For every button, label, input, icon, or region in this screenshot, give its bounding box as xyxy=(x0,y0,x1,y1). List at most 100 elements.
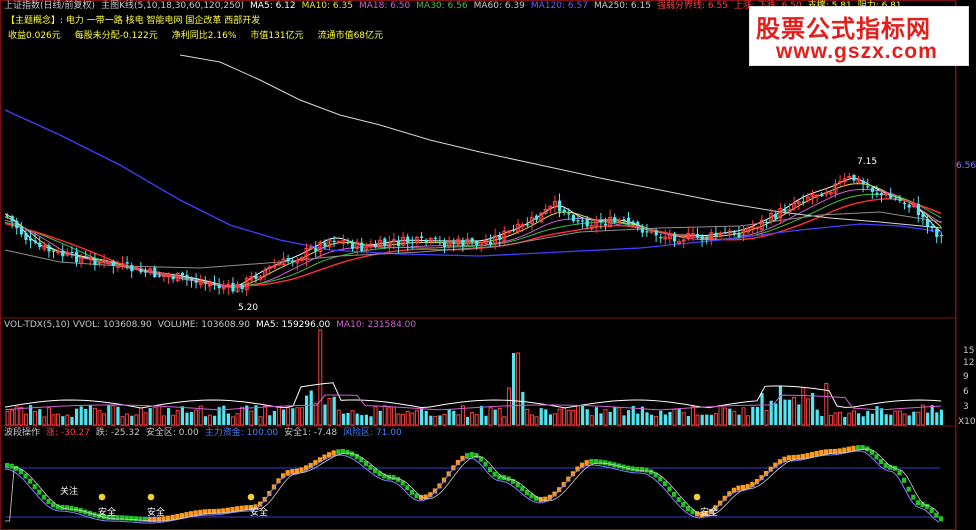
volume-bar xyxy=(861,416,865,425)
volume-bar xyxy=(627,410,631,425)
candle-body xyxy=(866,186,870,188)
volume-bar xyxy=(690,405,695,426)
oscillator-step xyxy=(465,453,470,459)
volume-axis-label: 6 xyxy=(963,387,969,397)
candle-body xyxy=(659,236,663,239)
candle-body xyxy=(801,201,805,203)
current-price-tag: 6.56 xyxy=(956,161,976,171)
oscillator-step xyxy=(46,498,51,504)
oscillator-step xyxy=(120,515,125,521)
volume-bar xyxy=(622,415,626,425)
candle-body xyxy=(75,251,79,263)
volume-bar xyxy=(672,408,677,426)
volume-bar xyxy=(650,414,654,425)
oscillator-step xyxy=(685,506,690,512)
candle-body xyxy=(33,240,37,243)
volume-bar xyxy=(557,408,562,426)
candle-body xyxy=(622,219,626,221)
volume-bar xyxy=(401,413,406,426)
volume-bar xyxy=(391,406,396,426)
candle-body xyxy=(732,232,736,235)
volume-bar xyxy=(190,411,194,425)
stock-chart-canvas[interactable] xyxy=(0,0,976,530)
volume-bar xyxy=(97,410,102,426)
oscillator-step xyxy=(639,466,644,472)
candle-body xyxy=(875,192,879,195)
volume-bar xyxy=(539,408,543,425)
volume-bar xyxy=(213,415,217,425)
oscillator-step xyxy=(736,485,741,491)
candle-body xyxy=(926,218,930,228)
volume-bar xyxy=(414,409,419,426)
volume-bar xyxy=(470,412,475,426)
oscillator-step xyxy=(230,506,235,512)
candle-body xyxy=(903,202,907,205)
candle-body xyxy=(38,242,42,247)
volume-bar xyxy=(309,390,313,425)
signal-dot xyxy=(693,493,701,501)
volume-bar xyxy=(125,413,130,426)
oscillator-step xyxy=(819,450,824,456)
volume-indicator-header: VOL-TDX(5,10) VVOL: 103608.90 VOLUME: 103… xyxy=(4,320,422,331)
oscillator-step xyxy=(14,465,19,471)
volume-bar xyxy=(286,407,291,426)
volume-bar xyxy=(783,399,787,425)
signal-dot xyxy=(98,493,106,501)
price-indicator-9: 强弱分界线: 6.55 xyxy=(656,1,728,11)
volume-bar xyxy=(456,414,461,426)
volume-bar xyxy=(65,414,70,426)
volume-bar xyxy=(566,409,571,426)
price-indicator-7: MA120: 6.57 xyxy=(530,1,588,11)
volume-bar xyxy=(686,416,690,425)
candle-body xyxy=(185,274,189,279)
volume-bar xyxy=(203,416,207,425)
volume-bar xyxy=(792,397,797,426)
oscillator-signal-label: 安全 xyxy=(250,508,269,518)
oscillator-step xyxy=(603,460,608,466)
oscillator-step xyxy=(644,467,649,473)
volume-bar xyxy=(654,416,659,426)
oscillator-step xyxy=(405,485,410,491)
volume-bar xyxy=(387,407,392,426)
volume-bar xyxy=(442,414,447,426)
volume-bar xyxy=(332,396,336,425)
volume-bar xyxy=(207,414,212,426)
volume-bar xyxy=(723,407,728,426)
volume-bar xyxy=(613,407,617,425)
candle-body xyxy=(433,237,437,240)
volume-bar xyxy=(668,411,672,425)
candle-body xyxy=(604,223,608,226)
oscillator-value-1: 涨: -30.27 xyxy=(46,428,90,438)
candle-body xyxy=(111,261,115,266)
candle-body xyxy=(144,270,148,273)
candle-body xyxy=(512,229,516,231)
candle-body xyxy=(424,239,428,243)
candle-body xyxy=(383,238,387,246)
volume-bar xyxy=(502,416,507,426)
volume-bar xyxy=(452,410,456,425)
watermark-title: 股票公式指标网 xyxy=(756,15,931,43)
volume-bar xyxy=(276,405,281,426)
candle-body xyxy=(880,193,884,196)
candle-body xyxy=(935,228,939,238)
oscillator-step xyxy=(409,489,414,495)
candle-body xyxy=(254,275,258,279)
volume-bar xyxy=(405,410,410,426)
volume-bar xyxy=(346,412,350,425)
volume-bar xyxy=(299,407,304,426)
candle-body xyxy=(194,280,198,283)
oscillator-step xyxy=(842,447,847,453)
candle-body xyxy=(6,215,10,217)
candle-body xyxy=(153,267,157,278)
oscillator-step xyxy=(28,478,33,484)
volume-bar xyxy=(751,406,755,425)
volume-bar xyxy=(70,416,74,425)
candle-body xyxy=(157,275,161,277)
volume-bar xyxy=(148,408,152,425)
oscillator-line-a xyxy=(4,450,940,524)
volume-bar xyxy=(364,414,368,425)
volume-bar xyxy=(516,352,521,426)
candle-body xyxy=(640,227,644,233)
volume-bar xyxy=(107,405,111,425)
volume-bar xyxy=(19,406,24,426)
